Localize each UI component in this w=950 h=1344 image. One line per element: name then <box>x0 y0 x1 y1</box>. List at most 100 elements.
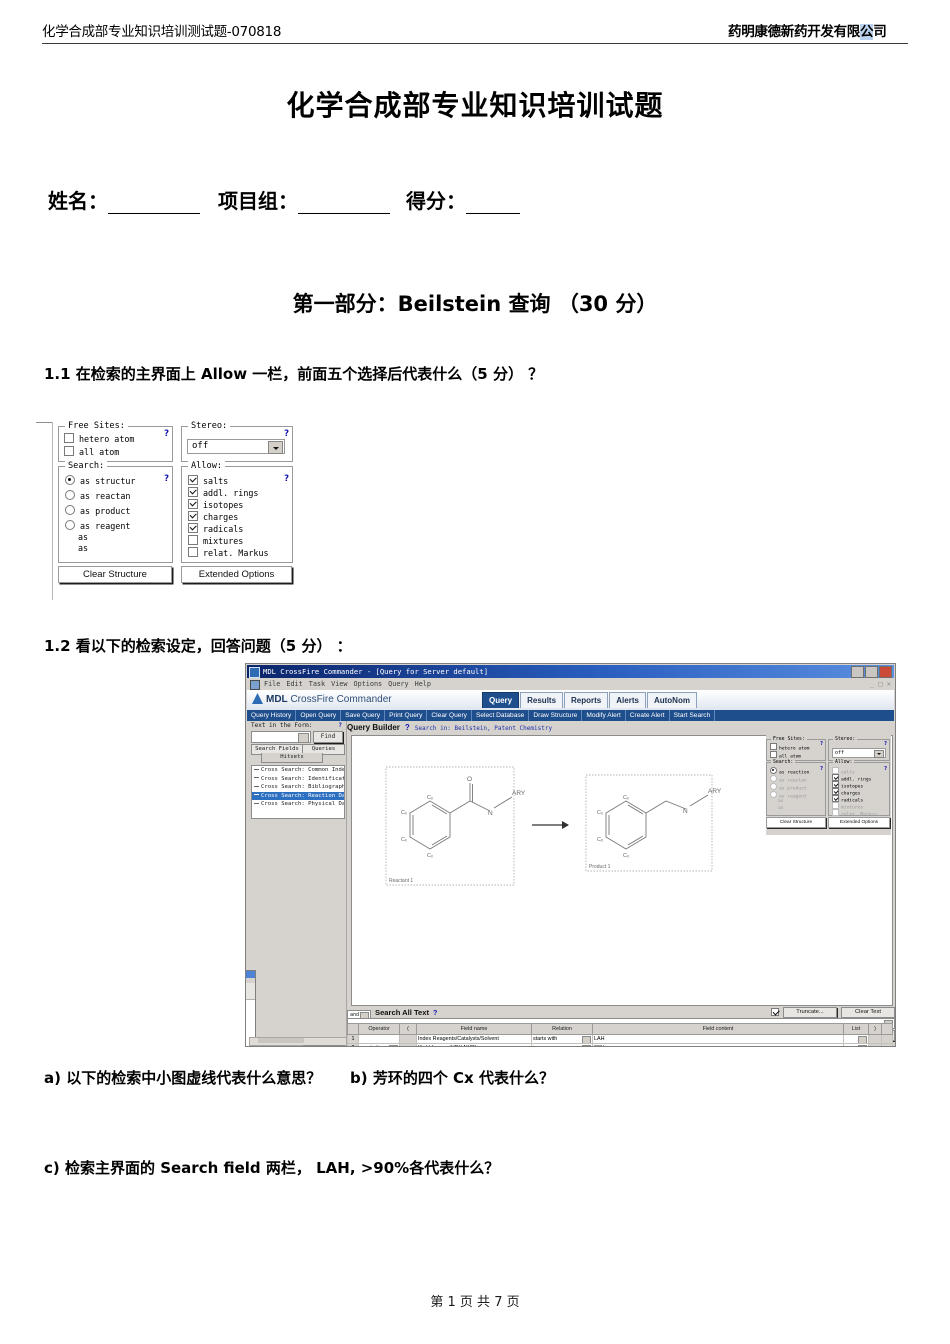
row-field-name[interactable]: Yield (percent)(RX.NYD) <box>416 1043 532 1046</box>
search-fields-tree[interactable]: Cross Search: Common Indexe Cross Search… <box>251 765 345 819</box>
stereo-select[interactable]: off <box>187 439 285 454</box>
tab-alerts[interactable]: Alerts <box>609 692 646 708</box>
radio-icon[interactable] <box>770 767 777 774</box>
row-open-paren[interactable] <box>399 1043 417 1046</box>
chevron-down-icon[interactable] <box>858 1036 867 1043</box>
text-in-form-combo[interactable] <box>251 731 311 743</box>
menu-item-view[interactable]: View <box>331 680 347 688</box>
list-item[interactable]: Cross Search: Physical Data <box>252 800 344 809</box>
scrollbar-thumb[interactable] <box>258 1038 304 1043</box>
row-open-paren[interactable] <box>399 1034 417 1044</box>
maximize-button[interactable] <box>865 666 878 678</box>
search-mode-as-reactant[interactable]: as reactan <box>65 490 130 501</box>
row-operator[interactable] <box>358 1034 400 1044</box>
row-field-content[interactable]: LAH <box>592 1034 844 1044</box>
checkbox-icon[interactable] <box>832 795 839 802</box>
toolbar-select-database[interactable]: Select Database <box>472 710 530 721</box>
tab-autonom[interactable]: AutoNom <box>646 692 697 708</box>
allow-charges[interactable]: charges <box>188 511 238 522</box>
checkbox-icon[interactable] <box>770 743 777 750</box>
truncate-button[interactable]: Truncate... <box>783 1007 837 1018</box>
free-sites-hetero-atom[interactable]: hetero atom <box>64 433 134 444</box>
checkbox-icon[interactable] <box>832 809 839 816</box>
search-mode-as-reagent-small[interactable]: as reagent <box>770 791 807 800</box>
chevron-down-icon[interactable] <box>874 750 884 758</box>
tab-results[interactable]: Results <box>520 692 564 708</box>
allow-isotopes-small[interactable]: isotopes <box>832 781 863 790</box>
checkbox-icon[interactable] <box>770 751 777 758</box>
free-sites-all-atom-small[interactable]: all atom <box>770 751 801 760</box>
list-item[interactable]: Cross Search: Identification <box>252 775 344 784</box>
allow-charges-small[interactable]: charges <box>832 788 860 797</box>
close-button[interactable] <box>879 666 892 678</box>
radio-icon[interactable] <box>65 520 75 530</box>
free-sites-all-atom[interactable]: all atom <box>64 446 119 457</box>
checkbox-icon[interactable] <box>188 523 198 533</box>
radio-icon[interactable] <box>65 505 75 515</box>
allow-salts[interactable]: salts <box>188 475 228 486</box>
allow-help-icon-small[interactable]: ? <box>884 766 887 772</box>
radio-icon[interactable] <box>65 475 75 485</box>
radio-icon[interactable] <box>770 791 777 798</box>
menu-item-options[interactable]: Options <box>354 680 383 688</box>
tab-hitsets[interactable]: Hitsets <box>261 753 323 763</box>
checkbox-icon[interactable] <box>188 547 198 557</box>
row-field-name[interactable]: Index Reagents/Catalysts/Solvent <box>416 1034 532 1044</box>
query-builder-help-icon[interactable]: ? <box>405 723 410 732</box>
toolbar-clear-query[interactable]: Clear Query <box>427 710 472 721</box>
search-mode-help-icon-small[interactable]: ? <box>820 766 823 772</box>
group-blank[interactable] <box>298 194 390 214</box>
allow-addl-rings-small[interactable]: addl. rings <box>832 774 871 783</box>
row-scroll-cell[interactable] <box>881 1043 893 1046</box>
menu-item-help[interactable]: Help <box>415 680 431 688</box>
score-blank[interactable] <box>466 194 520 214</box>
toolbar-query-history[interactable]: Query History <box>247 710 297 721</box>
search-mode-as-reaction[interactable]: as reaction <box>770 767 809 776</box>
row-list-cell[interactable] <box>843 1034 869 1044</box>
text-in-form-help-icon[interactable]: ? <box>338 722 342 729</box>
allow-addl-rings[interactable]: addl. rings <box>188 487 258 498</box>
row-scroll-cell[interactable] <box>881 1034 893 1044</box>
allow-help-icon[interactable]: ? <box>284 474 289 484</box>
clear-text-button[interactable]: Clear Text <box>841 1007 895 1018</box>
allow-isotopes[interactable]: isotopes <box>188 499 243 510</box>
chevron-down-icon[interactable] <box>858 1045 867 1046</box>
mdi-window-controls[interactable]: _ □ ✕ <box>870 678 891 690</box>
minimize-button[interactable] <box>851 666 864 678</box>
search-mode-as-product[interactable]: as product <box>65 505 130 516</box>
table-row[interactable]: 2 proximity Yield (percent)(RX.NYD) > 90… <box>347 1043 893 1046</box>
checkbox-icon[interactable] <box>832 774 839 781</box>
checkbox-icon[interactable] <box>188 499 198 509</box>
extended-options-button[interactable]: Extended Options <box>181 566 292 583</box>
row-field-content[interactable]: 90% <box>592 1043 844 1046</box>
checkbox-icon[interactable] <box>832 767 839 774</box>
tab-reports[interactable]: Reports <box>564 692 609 708</box>
clear-structure-button[interactable]: Clear Structure <box>58 566 172 583</box>
checkbox-icon[interactable] <box>188 511 198 521</box>
row-operator[interactable]: proximity <box>358 1043 400 1046</box>
free-sites-help-icon[interactable]: ? <box>164 429 169 439</box>
clear-structure-button-small[interactable]: Clear Structure <box>766 817 826 828</box>
toolbar-save-query[interactable]: Save Query <box>341 710 386 721</box>
toolbar-modify-alert[interactable]: Modify Alert <box>582 710 626 721</box>
search-mode-as-reactant-small[interactable]: as reactan <box>770 775 807 784</box>
checkbox-icon[interactable] <box>832 781 839 788</box>
toolbar-draw-structure[interactable]: Draw Structure <box>529 710 583 721</box>
allow-radicals[interactable]: radicals <box>188 523 243 534</box>
toolbar-start-search[interactable]: Start Search <box>670 710 716 721</box>
allow-radicals-small[interactable]: radicals <box>832 795 863 804</box>
row-relation[interactable]: starts with <box>531 1034 593 1044</box>
stereo-select-small[interactable]: off <box>832 748 886 758</box>
row-close-paren[interactable] <box>868 1034 882 1044</box>
allow-relat-markush[interactable]: relat. Markus <box>188 547 269 558</box>
radio-icon[interactable] <box>770 775 777 782</box>
tab-query[interactable]: Query <box>482 692 520 708</box>
checkbox-icon[interactable] <box>64 446 74 456</box>
checkbox-icon[interactable] <box>771 1008 779 1016</box>
free-sites-help-icon-small[interactable]: ? <box>820 741 823 747</box>
radio-icon[interactable] <box>65 490 75 500</box>
stereo-help-icon[interactable]: ? <box>284 429 289 439</box>
radio-icon[interactable] <box>770 783 777 790</box>
search-mode-help-icon[interactable]: ? <box>164 474 169 484</box>
menu-item-query[interactable]: Query <box>388 680 408 688</box>
